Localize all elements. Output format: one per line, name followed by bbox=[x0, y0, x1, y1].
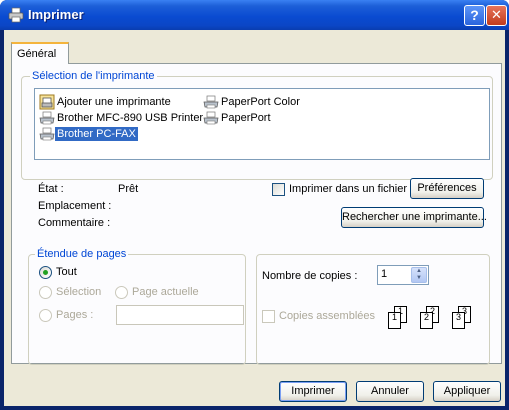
apply-button[interactable]: Appliquer bbox=[433, 381, 501, 402]
close-button[interactable]: ✕ bbox=[486, 5, 507, 26]
collate-page: 3 bbox=[452, 312, 465, 329]
printer-item-label: Ajouter une imprimante bbox=[57, 96, 171, 108]
print-dialog-window: Imprimer ? ✕ Général Sélection de l'impr… bbox=[0, 0, 509, 410]
all-pages-radio[interactable] bbox=[39, 266, 52, 279]
selection-radio[interactable] bbox=[39, 286, 52, 299]
copies-spinner[interactable]: ▲ ▼ bbox=[411, 267, 427, 283]
copies-count-label: Nombre de copies : bbox=[262, 270, 358, 282]
cancel-button[interactable]: Annuler bbox=[356, 381, 424, 402]
tab-general[interactable]: Général bbox=[11, 42, 69, 64]
current-page-label: Page actuelle bbox=[132, 286, 199, 298]
add-printer-icon bbox=[39, 94, 55, 110]
all-pages-label: Tout bbox=[56, 266, 77, 278]
status-label: État : bbox=[38, 183, 64, 195]
print-button[interactable]: Imprimer bbox=[279, 381, 347, 402]
page-range-legend: Étendue de pages bbox=[35, 248, 129, 261]
collate-label: Copies assemblées bbox=[279, 310, 375, 322]
window-title: Imprimer bbox=[28, 7, 84, 22]
selection-label: Sélection bbox=[56, 286, 102, 298]
printer-icon bbox=[39, 111, 55, 125]
collate-page: 1 bbox=[388, 312, 401, 329]
find-printer-button[interactable]: Rechercher une imprimante... bbox=[341, 207, 487, 228]
dialog-client-area: Général Sélection de l'imprimante Ajoute… bbox=[4, 30, 505, 406]
pages-label: Pages : bbox=[56, 309, 94, 321]
title-bar[interactable]: Imprimer ? ✕ bbox=[0, 0, 509, 30]
status-value: Prêt bbox=[118, 183, 139, 195]
printer-icon bbox=[203, 95, 219, 109]
printer-icon bbox=[203, 111, 219, 125]
printer-item-label: PaperPort bbox=[221, 112, 271, 124]
pages-radio[interactable] bbox=[39, 309, 52, 322]
collate-checkbox[interactable] bbox=[262, 310, 275, 323]
collate-page: 2 bbox=[420, 312, 433, 329]
current-page-radio[interactable] bbox=[115, 286, 128, 299]
printer-app-icon bbox=[8, 7, 24, 23]
print-to-file-label: Imprimer dans un fichier bbox=[289, 183, 407, 195]
printer-item-label: Brother MFC-890 USB Printer bbox=[57, 112, 204, 124]
location-label: Emplacement : bbox=[38, 200, 112, 212]
print-to-file-checkbox[interactable] bbox=[272, 183, 285, 196]
help-button[interactable]: ? bbox=[464, 5, 485, 26]
printer-selection-legend: Sélection de l'imprimante bbox=[30, 70, 157, 83]
comment-label: Commentaire : bbox=[38, 217, 111, 229]
printer-list[interactable]: Ajouter une imprimante PaperPort Color B… bbox=[34, 88, 490, 160]
pages-input[interactable] bbox=[116, 305, 244, 325]
preferences-button[interactable]: Préférences bbox=[410, 178, 484, 199]
printer-item-label: Brother PC-FAX bbox=[55, 127, 138, 141]
fax-printer-icon bbox=[39, 127, 55, 141]
printer-item-label: PaperPort Color bbox=[221, 96, 300, 108]
